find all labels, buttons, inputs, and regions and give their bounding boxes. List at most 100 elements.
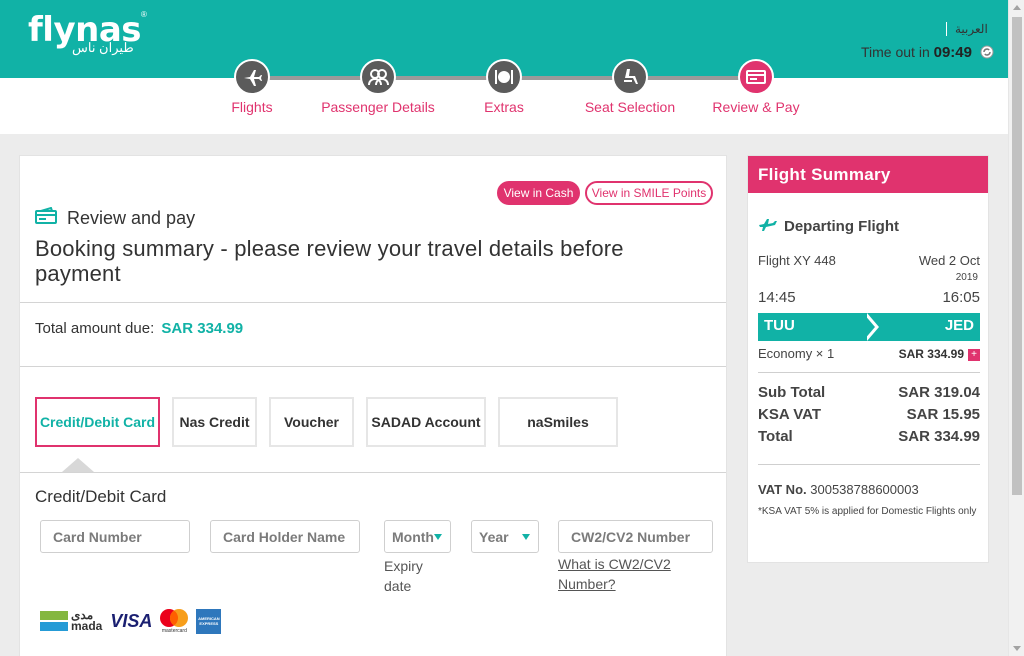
divider	[20, 366, 726, 367]
passengers-icon	[360, 59, 396, 95]
flight-times-row: 14:45 16:05	[758, 289, 980, 306]
expiry-date-label: Expiry date	[384, 558, 423, 594]
site-header: flynas® طيران ناس العربية Time out in 09…	[0, 0, 1008, 134]
flight-number-row: Flight XY 448 Wed 2 Oct	[758, 253, 980, 268]
review-pay-panel: View in Cash View in SMILE Points Review…	[19, 155, 727, 656]
step-passenger-details[interactable]: Passenger Details	[313, 59, 443, 115]
view-in-cash-button[interactable]: View in Cash	[497, 181, 580, 205]
divider	[20, 302, 726, 303]
route-arrow-inner	[863, 313, 875, 341]
expiry-month-value: Month	[392, 528, 434, 545]
expiry-year-value: Year	[479, 528, 509, 545]
tab-nas-credit[interactable]: Nas Credit	[172, 397, 257, 447]
review-title-text: Review and pay	[67, 208, 196, 228]
step-extras[interactable]: Extras	[439, 59, 569, 115]
total-due-label: Total amount due:	[35, 320, 155, 337]
divider	[758, 464, 980, 465]
vat-row: KSA VAT SAR 15.95	[758, 406, 980, 423]
view-in-smile-points-button[interactable]: View in SMILE Points	[585, 181, 713, 205]
total-value: SAR 334.99	[898, 428, 980, 445]
step-label: Seat Selection	[584, 99, 676, 115]
total-label: Total	[758, 428, 793, 445]
vat-no-value: 300538788600003	[810, 482, 919, 497]
flight-summary-panel: Flight Summary Departing Flight Flight X…	[747, 155, 989, 563]
vat-value: SAR 15.95	[906, 406, 980, 423]
flight-year: 2019	[955, 272, 978, 283]
scrollbar-thumb[interactable]	[1012, 17, 1022, 495]
seat-icon	[612, 59, 648, 95]
refresh-icon[interactable]	[980, 45, 994, 59]
vat-no-label: VAT No.	[758, 482, 807, 497]
visa-logo: VISA	[110, 610, 153, 631]
total-amount-due: Total amount due: SAR 334.99	[35, 320, 243, 337]
flight-summary-title: Flight Summary	[748, 156, 988, 193]
subtotal-label: Sub Total	[758, 384, 826, 401]
card-number-input[interactable]: Card Number	[40, 520, 190, 553]
review-title: Review and pay	[35, 206, 196, 230]
meal-icon	[486, 59, 522, 95]
flight-number: Flight XY 448	[758, 253, 836, 268]
active-tab-pointer	[62, 458, 94, 472]
fare-price: SAR 334.99	[898, 347, 964, 361]
scroll-down-icon[interactable]	[1013, 646, 1021, 651]
tab-credit-debit-card[interactable]: Credit/Debit Card	[35, 397, 160, 447]
plane-icon	[758, 217, 778, 235]
logo-arabic-text: طيران ناس	[72, 40, 134, 55]
mastercard-text: mastercard	[161, 628, 187, 634]
subtotal-row: Sub Total SAR 319.04	[758, 384, 980, 401]
plane-icon	[234, 59, 270, 95]
divider	[758, 372, 980, 373]
departure-time: 14:45	[758, 289, 796, 306]
vat-number: VAT No. 300538788600003	[758, 482, 919, 497]
booking-summary-heading: Booking summary - please review your tra…	[35, 236, 624, 286]
destination-code: JED	[944, 317, 974, 334]
accepted-cards: مدى mada VISA mastercard AMERICAN EXPRES…	[40, 608, 222, 634]
card-section-title: Credit/Debit Card	[35, 487, 167, 506]
fare-row: Economy × 1 SAR 334.99 +	[758, 346, 980, 361]
departing-flight-label: Departing Flight	[784, 217, 899, 235]
scroll-up-icon[interactable]	[1013, 5, 1021, 10]
tab-voucher[interactable]: Voucher	[269, 397, 354, 447]
step-label: Passenger Details	[321, 99, 435, 115]
step-label: Extras	[484, 99, 524, 115]
mada-logo: مدى mada	[40, 609, 102, 633]
expiry-month-select[interactable]: Month	[384, 520, 451, 553]
divider	[20, 472, 726, 473]
session-timeout: Time out in 09:49	[861, 44, 994, 61]
step-label: Review & Pay	[712, 99, 800, 115]
ticket-icon	[738, 59, 774, 95]
timeout-value: 09:49	[933, 44, 972, 61]
step-seat-selection[interactable]: Seat Selection	[565, 59, 695, 115]
flight-date: Wed 2 Oct	[918, 253, 980, 268]
total-row: Total SAR 334.99	[758, 428, 980, 445]
total-due-value: SAR 334.99	[161, 320, 244, 337]
card-holder-name-input[interactable]: Card Holder Name	[210, 520, 360, 553]
route-bar: TUU JED	[758, 313, 980, 341]
expand-fare-icon[interactable]: +	[968, 349, 980, 361]
cvv-input[interactable]: CW2/CV2 Number	[558, 520, 713, 553]
cvv-help-link[interactable]: What is CW2/CV2 Number?	[558, 554, 698, 594]
ticket-icon	[35, 206, 58, 230]
step-flights[interactable]: Flights	[187, 59, 317, 115]
step-review-pay[interactable]: Review & Pay	[691, 59, 821, 115]
tab-nasmiles[interactable]: naSmiles	[498, 397, 618, 447]
vat-label: KSA VAT	[758, 406, 822, 423]
page-scrollbar[interactable]	[1008, 0, 1024, 656]
subtotal-value: SAR 319.04	[898, 384, 980, 401]
origin-code: TUU	[764, 317, 795, 334]
timeout-label: Time out in	[861, 44, 930, 60]
flynas-logo[interactable]: flynas® طيران ناس	[28, 10, 147, 55]
step-label: Flights	[231, 99, 273, 115]
chevron-down-icon	[522, 534, 530, 540]
expiry-year-select[interactable]: Year	[471, 520, 539, 553]
chevron-down-icon	[434, 534, 442, 540]
language-switch-link[interactable]: العربية	[946, 22, 988, 36]
mada-english-text: mada	[71, 619, 103, 633]
tab-sadad-account[interactable]: SADAD Account	[366, 397, 486, 447]
mastercard-logo: mastercard	[158, 608, 190, 634]
logo-registered-mark: ®	[141, 10, 147, 19]
vat-note: *KSA VAT 5% is applied for Domestic Flig…	[758, 506, 977, 517]
amex-logo: AMERICAN EXPRESS	[196, 608, 222, 634]
arrival-time: 16:05	[942, 289, 980, 306]
amex-text: AMERICAN EXPRESS	[198, 616, 220, 626]
